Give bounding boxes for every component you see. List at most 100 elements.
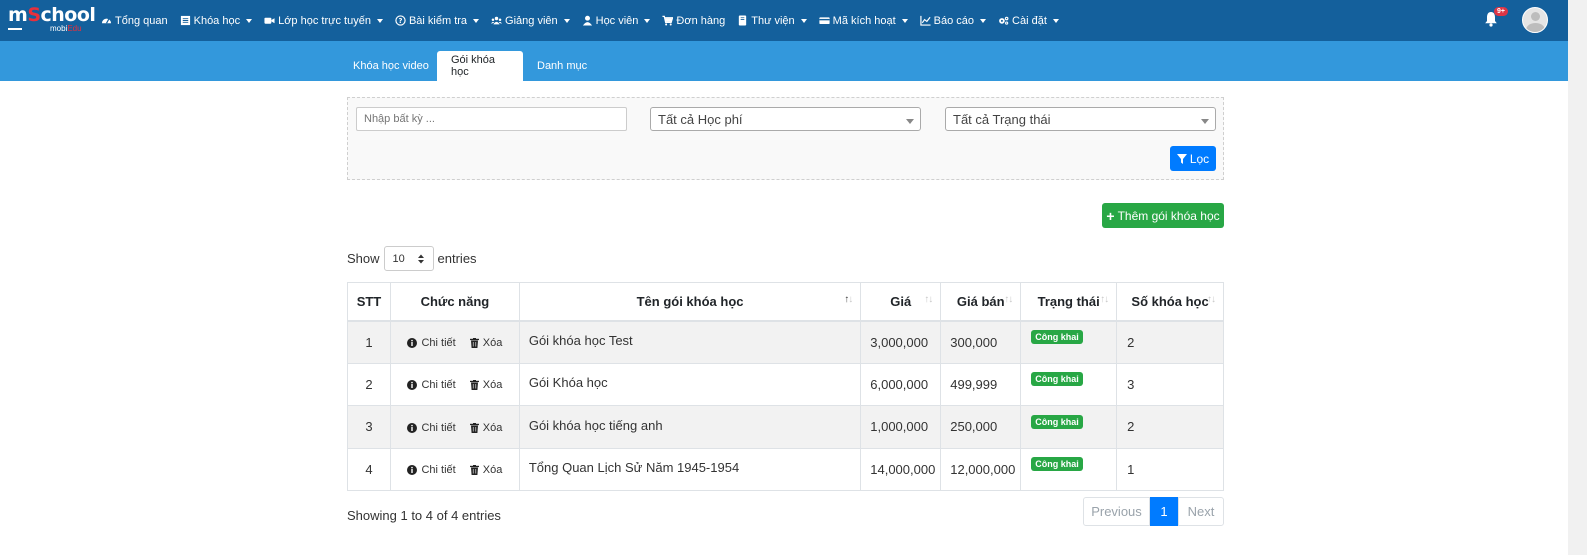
- detail-button[interactable]: Chi tiết: [407, 464, 456, 476]
- add-package-button[interactable]: + Thêm gói khóa học: [1102, 203, 1224, 228]
- scrollbar[interactable]: [1568, 0, 1587, 555]
- tab-khoa-hoc-video[interactable]: Khóa học video: [339, 51, 443, 81]
- logo-text: mSchool: [8, 4, 96, 26]
- nav-item-khoa-hoc[interactable]: Khóa học: [180, 15, 253, 27]
- caret-down-icon: [246, 18, 253, 23]
- entries-label: entries: [437, 251, 477, 266]
- nav-item-lop-hoc-truc-tuyen[interactable]: Lớp học trực tuyến: [264, 15, 383, 27]
- previous-page-button[interactable]: Previous: [1083, 497, 1150, 526]
- list-icon: [180, 15, 190, 26]
- detail-button[interactable]: Chi tiết: [407, 422, 456, 434]
- detail-button[interactable]: Chi tiết: [407, 337, 456, 349]
- users-icon: [491, 16, 503, 25]
- delete-label: Xóa: [482, 337, 503, 349]
- svg-text:?: ?: [398, 17, 402, 25]
- page-length-value: 10: [392, 252, 405, 265]
- cell-sale-price: 12,000,000: [940, 447, 1022, 491]
- nav-item-don-hang[interactable]: Đơn hàng: [662, 15, 725, 27]
- trash-icon: [469, 338, 479, 348]
- nav-item-bai-kiem-tra[interactable]: ? Bài kiểm tra: [395, 14, 480, 27]
- delete-button[interactable]: Xóa: [469, 379, 503, 392]
- info-circle-icon: [407, 338, 418, 348]
- table-row: 1 Chi tiết Xóa Gói khóa học Test 3,000,000 30…: [347, 320, 1224, 364]
- cell-price: 6,000,000: [860, 362, 942, 406]
- page-1-button[interactable]: 1: [1150, 497, 1178, 526]
- cell-sale-price: 499,999: [940, 362, 1022, 406]
- cell-status: Công khai: [1020, 320, 1118, 364]
- nav-item-hoc-vien[interactable]: Học viên: [582, 15, 651, 27]
- tab-danh-muc[interactable]: Danh mục: [523, 51, 601, 81]
- delete-label: Xóa: [482, 379, 503, 392]
- logo-subtext: mobiEdu: [50, 24, 82, 33]
- nav-item-giang-vien[interactable]: Giảng viên: [491, 15, 570, 27]
- cell-sale-price: 300,000: [940, 320, 1022, 364]
- filter-icon: [1176, 153, 1187, 164]
- nav-item-cai-dat[interactable]: Cài đặt: [998, 15, 1059, 27]
- pagination: Previous 1 Next: [1083, 497, 1224, 526]
- nav-item-thu-vien[interactable]: Thư viện: [737, 15, 807, 27]
- trash-icon: [469, 380, 479, 391]
- delete-button[interactable]: Xóa: [469, 422, 502, 434]
- cell-stt: 3: [347, 405, 391, 449]
- table-row: 2 Chi tiết Xóa Gói Khóa học 6,000,000 499,999…: [347, 362, 1224, 406]
- sort-icon: ↑↓: [1207, 294, 1216, 305]
- filter-button[interactable]: Lọc: [1170, 146, 1216, 171]
- search-input[interactable]: [356, 107, 627, 131]
- page-length-control: Show 10 entries: [347, 246, 477, 271]
- cell-price: 14,000,000: [860, 447, 942, 491]
- status-select[interactable]: Tất cả Trạng thái: [945, 107, 1216, 131]
- delete-button[interactable]: Xóa: [469, 337, 503, 349]
- nav-label: Lớp học trực tuyến: [278, 14, 371, 27]
- table-row: 4 Chi tiết Xóa Tổng Quan Lịch Sử Năm 1945-1…: [347, 447, 1224, 491]
- cell-course-count: 2: [1116, 405, 1224, 449]
- caret-down-icon: [563, 18, 570, 23]
- info-circle-icon: [407, 422, 418, 433]
- up-down-arrows-icon: [417, 254, 424, 264]
- trash-icon: [469, 422, 479, 433]
- col-header-trang-thai[interactable]: Trạng thái ↑↓: [1020, 282, 1118, 322]
- course-package-table: STT Chức năng Tên gói khóa học ↑↓ Giá ↑↓ G…: [347, 282, 1224, 491]
- nav-item-bao-cao[interactable]: Báo cáo: [919, 15, 987, 27]
- cell-price: 1,000,000: [860, 405, 942, 449]
- cell-stt: 1: [347, 320, 391, 364]
- delete-label: Xóa: [482, 464, 503, 477]
- cell-actions: Chi tiết Xóa: [389, 405, 520, 449]
- status-select-value: Tất cả Trạng thái: [953, 111, 1051, 127]
- delete-button[interactable]: Xóa: [469, 464, 503, 477]
- mschool-logo[interactable]: mSchool mobiEdu: [8, 4, 96, 34]
- cogs-icon: [999, 16, 1009, 25]
- col-header-gia-ban[interactable]: Giá bán ↑↓: [940, 282, 1022, 322]
- cell-stt: 4: [347, 447, 391, 491]
- avatar[interactable]: [1522, 7, 1548, 33]
- sort-icon: ↑↓: [1004, 294, 1013, 305]
- filter-panel: Tất cả Học phí Tất cả Trạng thái Lọc: [347, 97, 1224, 180]
- col-header-chuc-nang: Chức năng: [389, 282, 520, 322]
- tab-goi-khoa-hoc[interactable]: Gói khóa học: [437, 51, 523, 81]
- col-header-ten-goi[interactable]: Tên gói khóa học ↑↓: [518, 282, 862, 322]
- status-badge: Công khai: [1031, 372, 1083, 387]
- caret-down-icon: [1052, 18, 1059, 23]
- video-camera-icon: [264, 17, 275, 24]
- nav-item-tong-quan[interactable]: Tổng quan: [101, 15, 168, 27]
- nav-item-ma-kich-hoat[interactable]: Mã kích hoạt: [819, 15, 908, 27]
- nav-label: Cài đặt: [1012, 14, 1047, 27]
- nav-label: Giảng viên: [505, 14, 558, 27]
- info-circle-icon: [407, 380, 418, 391]
- cell-course-count: 2: [1116, 320, 1224, 364]
- question-circle-icon: ?: [395, 15, 406, 26]
- col-header-gia[interactable]: Giá ↑↓: [860, 282, 942, 322]
- fee-select[interactable]: Tất cả Học phí: [650, 107, 921, 131]
- col-header-so-khoa-hoc[interactable]: Số khóa học ↑↓: [1116, 282, 1224, 322]
- caret-down-icon: [376, 18, 383, 23]
- cell-status: Công khai: [1020, 405, 1118, 449]
- trash-icon: [469, 465, 479, 476]
- caret-down-icon: [980, 18, 987, 23]
- detail-button[interactable]: Chi tiết: [407, 379, 456, 391]
- nav-label: Bài kiểm tra: [408, 14, 468, 27]
- next-page-button[interactable]: Next: [1178, 497, 1224, 526]
- page-length-select[interactable]: 10: [383, 246, 434, 271]
- top-navbar: mSchool mobiEdu Tổng quan Khóa học Lớp h…: [0, 0, 1568, 41]
- sort-icon: ↑↓: [924, 294, 933, 305]
- dropdown-arrow-icon: [1201, 119, 1209, 124]
- table-row: 3 Chi tiết Xóa Gói khóa học tiếng anh 1,000,…: [347, 405, 1224, 449]
